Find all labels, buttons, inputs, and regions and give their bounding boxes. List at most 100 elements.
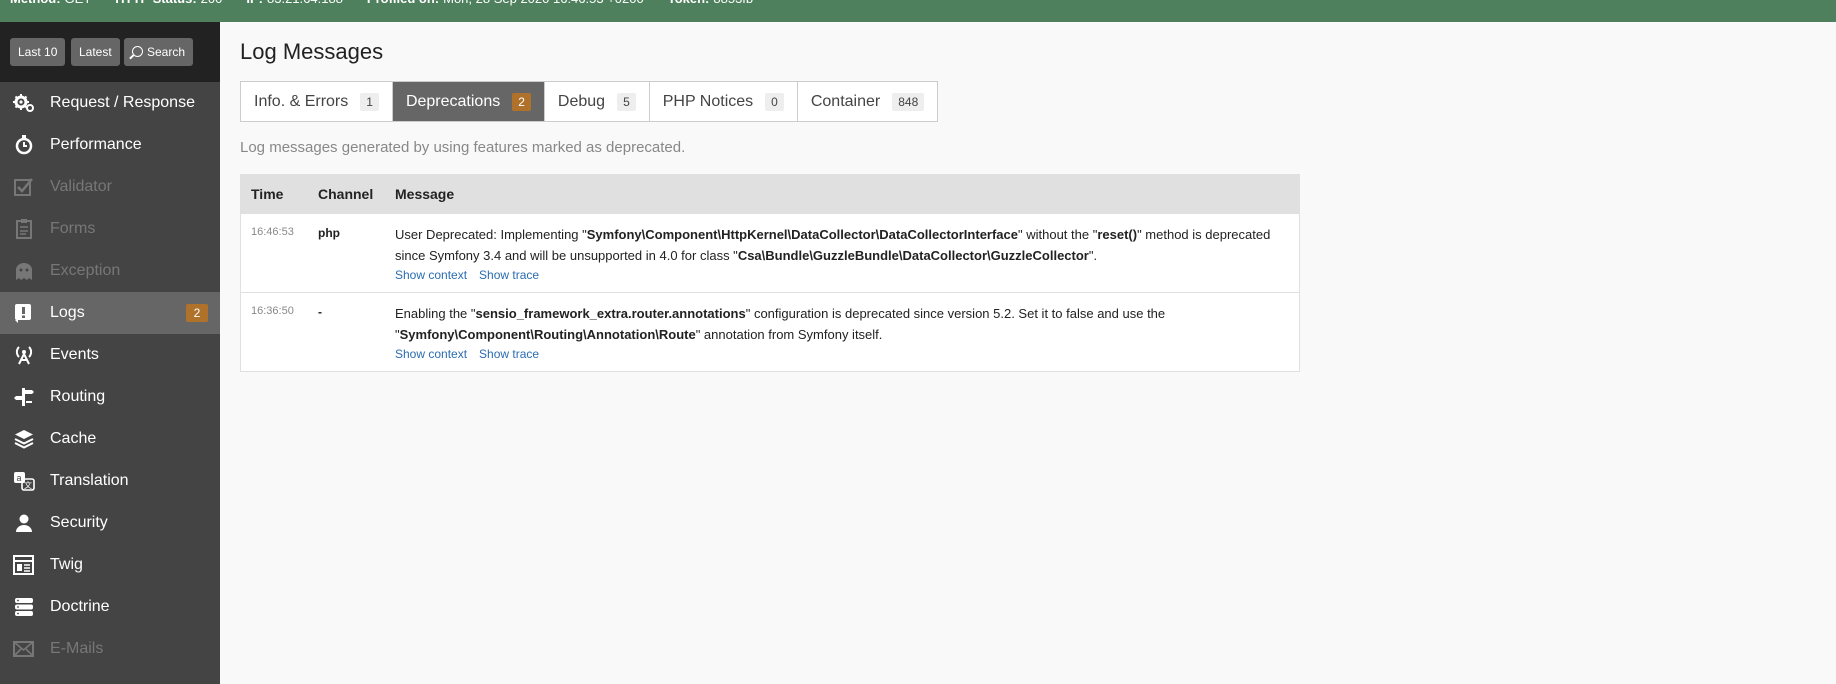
log-table: Time Channel Message 16:46:53 php User Dep… <box>240 174 1300 372</box>
log-message-links: Show context Show trace <box>395 268 1289 282</box>
sidebar-item-e-mails: E-Mails <box>0 628 220 670</box>
sidebar-item-label: Performance <box>50 136 142 153</box>
sidebar-item-validator: Validator <box>0 166 220 208</box>
tab-count-badge: 0 <box>765 92 784 111</box>
log-message-segment: Symfony\Component\Routing\Annotation\Rou… <box>399 327 696 342</box>
log-message: User Deprecated: Implementing "Symfony\C… <box>395 224 1289 266</box>
log-channel: - <box>308 292 385 372</box>
sidebar-item-label: Logs <box>50 304 85 321</box>
template-icon <box>13 555 35 575</box>
translation-icon: a文 <box>13 471 35 491</box>
tab-debug[interactable]: Debug 5 <box>545 82 650 121</box>
database-icon <box>13 597 35 617</box>
status-item: IP: 83.21.64.188 <box>246 0 343 6</box>
sidebar-item-events[interactable]: Events <box>0 334 220 376</box>
show-trace-link[interactable]: Show trace <box>479 268 539 282</box>
search-icon <box>132 46 143 57</box>
gears-icon <box>13 93 35 113</box>
log-row: 16:36:50- Enabling the "sensio_framework_… <box>240 292 1300 372</box>
person-icon <box>13 513 35 533</box>
tab-container[interactable]: Container 848 <box>798 82 937 121</box>
status-item-value: 200 <box>201 0 223 6</box>
envelope-icon <box>13 639 35 659</box>
sidebar-item-routing[interactable]: Routing <box>0 376 220 418</box>
log-channel: php <box>308 213 385 293</box>
clipboard-icon <box>13 219 35 239</box>
sidebar-item-cache[interactable]: Cache <box>0 418 220 460</box>
sidebar-item-label: Cache <box>50 430 97 447</box>
status-item-label: Method: <box>10 0 61 6</box>
tab-label: PHP Notices <box>662 92 754 110</box>
last-10-button[interactable]: Last 10 <box>10 38 66 66</box>
status-item-label: IP: <box>246 0 263 6</box>
log-message-segment: Csa\Bundle\GuzzleBundle\DataCollector\Gu… <box>737 248 1089 263</box>
sidebar-item-label: Twig <box>50 556 83 573</box>
checkbox-icon <box>13 177 35 197</box>
sidebar-item-twig[interactable]: Twig <box>0 544 220 586</box>
tab-count-badge: 848 <box>892 92 925 111</box>
status-item-value: GET <box>65 0 92 6</box>
sidebar-item-label: E-Mails <box>50 640 104 657</box>
signpost-icon <box>13 387 35 407</box>
log-message-segment: User Deprecated: Implementing " <box>395 227 587 242</box>
column-header-channel: Channel <box>308 174 385 214</box>
sidebar-item-label: Validator <box>50 178 112 195</box>
log-tabs: Info. & Errors 1 Deprecations 2 Debug 5 PHP No… <box>240 81 939 122</box>
latest-button[interactable]: Latest <box>71 38 120 66</box>
tab-php-notices[interactable]: PHP Notices 0 <box>650 82 798 121</box>
broadcast-icon <box>13 345 35 365</box>
status-item: Method: GET <box>10 0 91 6</box>
exclamation-icon <box>13 303 35 323</box>
column-header-time: Time <box>240 174 308 214</box>
status-item-value: Mon, 28 Sep 2020 16:46:53 +0200 <box>443 0 644 6</box>
log-message-cell: User Deprecated: Implementing "Symfony\C… <box>385 213 1300 293</box>
sidebar-item-security[interactable]: Security <box>0 502 220 544</box>
sidebar-item-count-badge: 2 <box>186 304 208 322</box>
table-header-row: Time Channel Message <box>240 174 1300 214</box>
sidebar-item-doctrine[interactable]: Doctrine <box>0 586 220 628</box>
stopwatch-icon <box>13 135 35 155</box>
search-button-label: Search <box>147 45 186 59</box>
sidebar-item-label: Exception <box>50 262 121 279</box>
sidebar-item-label: Security <box>50 514 108 531</box>
sidebar-item-logs[interactable]: Logs 2 <box>0 292 220 334</box>
sidebar-item-forms: Forms <box>0 208 220 250</box>
log-message-segment: reset() <box>1097 227 1138 242</box>
status-item: Profiled on: Mon, 28 Sep 2020 16:46:53 +0… <box>367 0 644 6</box>
tab-count-badge: 2 <box>512 92 531 111</box>
svg-text:a: a <box>17 473 22 483</box>
log-message-segment: ". <box>1088 248 1098 263</box>
log-time: 16:46:53 <box>240 213 308 293</box>
tab-info-errors[interactable]: Info. & Errors 1 <box>241 82 393 121</box>
sidebar-item-performance[interactable]: Performance <box>0 124 220 166</box>
status-item: Token:8853fb <box>668 0 753 6</box>
log-message-segment: Symfony\Component\HttpKernel\DataCollect… <box>586 227 1018 242</box>
status-item-value: 83.21.64.188 <box>267 0 343 6</box>
tab-label: Info. & Errors <box>254 92 349 110</box>
tab-help-text: Log messages generated by using features… <box>240 139 686 156</box>
tab-label: Debug <box>557 92 606 110</box>
sidebar-item-exception: Exception <box>0 250 220 292</box>
status-item-label: Token: <box>668 0 710 6</box>
status-item-label: HTTP Status: <box>115 0 196 6</box>
sidebar-item-translation[interactable]: a 文 Translation <box>0 460 220 502</box>
show-trace-link[interactable]: Show trace <box>479 347 539 361</box>
sidebar-item-label: Request / Response <box>50 94 195 111</box>
search-button[interactable]: Search <box>124 38 194 66</box>
tab-count-badge: 1 <box>360 92 379 111</box>
tab-deprecations[interactable]: Deprecations 2 <box>392 82 545 121</box>
tab-label: Deprecations <box>405 92 501 110</box>
status-item-label: Profiled on: <box>367 0 439 6</box>
sidebar-item-label: Forms <box>50 220 96 237</box>
show-context-link[interactable]: Show context <box>395 268 467 282</box>
sidebar-item-request-response[interactable]: Request / Response <box>0 82 220 124</box>
status-item-value: 8853fb <box>713 0 753 6</box>
sidebar-item-label: Doctrine <box>50 598 110 615</box>
profiler-status-bar: Method: GET HTTP Status: 200 IP: 83.21.64.188… <box>0 0 1836 22</box>
column-header-message: Message <box>385 174 1300 214</box>
tab-label: Container <box>810 92 881 110</box>
log-time: 16:36:50 <box>240 292 308 372</box>
log-message-segment: " without the " <box>1018 227 1098 242</box>
log-message-segment: " annotation from Symfony itself. <box>695 327 883 342</box>
show-context-link[interactable]: Show context <box>395 347 467 361</box>
